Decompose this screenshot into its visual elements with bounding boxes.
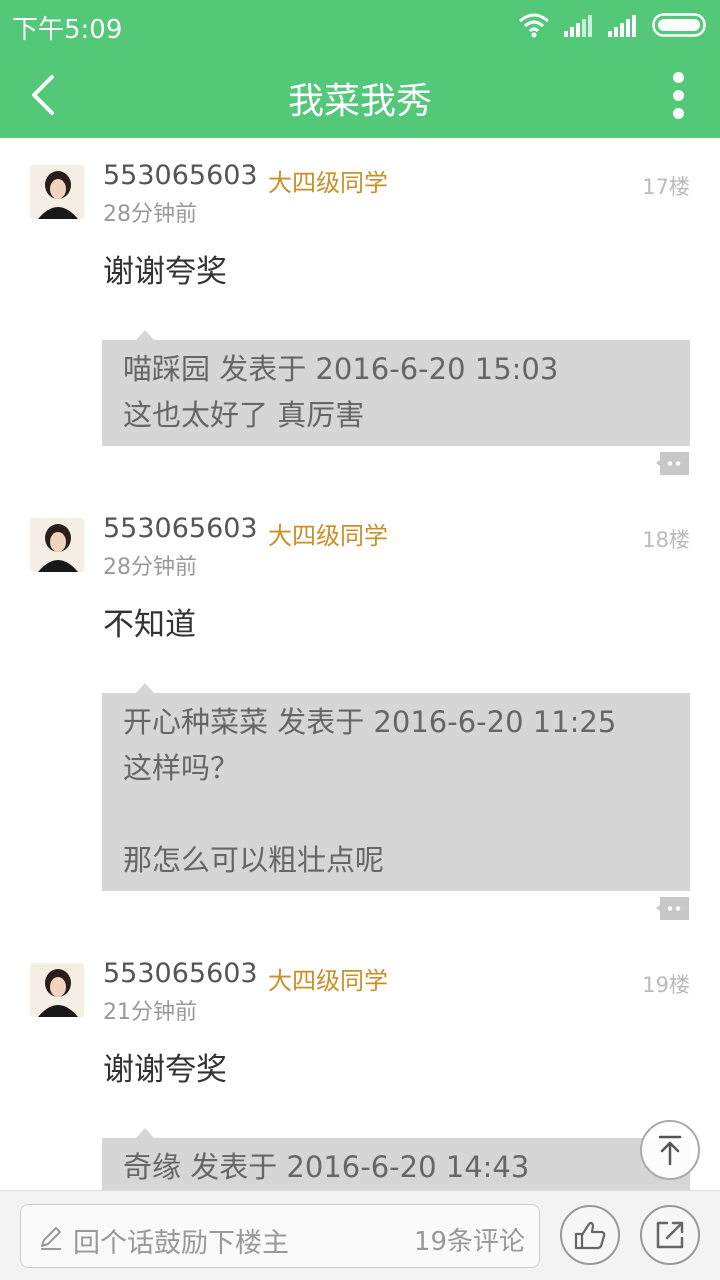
reply-button[interactable] [656, 450, 690, 476]
wifi-icon [519, 13, 549, 38]
comment-count[interactable]: 19条评论 [414, 1221, 525, 1258]
like-button[interactable] [560, 1205, 620, 1265]
battery-icon [652, 13, 706, 37]
quote-line: 那怎么可以粗壮点呢 [123, 843, 385, 877]
signal-icon-2 [608, 15, 636, 37]
comment-text: 谢谢夸奖 [103, 1052, 227, 1088]
status-time: 下午5:09 [12, 15, 123, 45]
page-title: 我菜我秀 [287, 81, 432, 122]
share-button[interactable] [640, 1205, 700, 1265]
quote-header: 奇缘 发表于 2016-6-20 14:43 [123, 1150, 530, 1184]
avatar[interactable] [30, 165, 84, 219]
post-time: 28分钟前 [103, 202, 197, 227]
floor-number: 17楼 [642, 175, 690, 199]
quote-header: 喵踩园 发表于 2016-6-20 15:03 [123, 352, 559, 386]
status-icons [518, 10, 708, 40]
bottom-bar: 回个话鼓励下楼主 19条评论 [0, 1190, 720, 1280]
reply-bubble-icon [656, 452, 689, 475]
arrow-up-icon [658, 1135, 682, 1166]
signal-icon [564, 15, 592, 37]
scroll-to-top-button[interactable] [640, 1120, 700, 1180]
comment-input[interactable]: 回个话鼓励下楼主 19条评论 [20, 1204, 540, 1268]
username[interactable]: 553065603 [103, 513, 258, 544]
status-bar: 下午5:09 [0, 0, 720, 50]
user-level-badge: 大四级同学 [268, 522, 388, 550]
username[interactable]: 553065603 [103, 958, 258, 989]
more-button[interactable] [658, 68, 698, 124]
avatar[interactable] [30, 963, 84, 1017]
comment-placeholder: 回个话鼓励下楼主 [73, 1228, 289, 1259]
quote-line: 这也太好了 真厉害 [123, 398, 365, 432]
app-bar: 我菜我秀 [0, 50, 720, 138]
avatar[interactable] [30, 518, 84, 572]
floor-number: 18楼 [642, 528, 690, 552]
quoted-comment: 奇缘 发表于 2016-6-20 14:43 [102, 1128, 690, 1190]
comment-feed[interactable]: 553065603 大四级同学 28分钟前 17楼 谢谢夸奖 喵踩园 发表于 2… [0, 138, 720, 1190]
quote-header: 开心种菜菜 发表于 2016-6-20 11:25 [123, 705, 617, 739]
comment-text: 不知道 [103, 607, 196, 643]
username[interactable]: 553065603 [103, 160, 258, 191]
user-level-badge: 大四级同学 [268, 169, 388, 197]
post-time: 21分钟前 [103, 1000, 197, 1025]
post-time: 28分钟前 [103, 555, 197, 580]
pen-icon [41, 1227, 61, 1250]
floor-number: 19楼 [642, 973, 690, 997]
quoted-comment: 开心种菜菜 发表于 2016-6-20 11:25 这样吗？ 那怎么可以粗壮点呢 [102, 683, 690, 891]
comment-text: 谢谢夸奖 [103, 254, 227, 290]
user-level-badge: 大四级同学 [268, 967, 388, 995]
reply-button[interactable] [656, 895, 690, 921]
quote-line: 这样吗？ [123, 751, 240, 785]
more-vertical-icon [673, 72, 684, 83]
thumbs-up-icon [574, 1221, 606, 1250]
share-icon [656, 1221, 684, 1249]
quote-line [123, 791, 670, 837]
quoted-comment: 喵踩园 发表于 2016-6-20 15:03 这也太好了 真厉害 [102, 330, 690, 446]
reply-bubble-icon [656, 897, 689, 920]
